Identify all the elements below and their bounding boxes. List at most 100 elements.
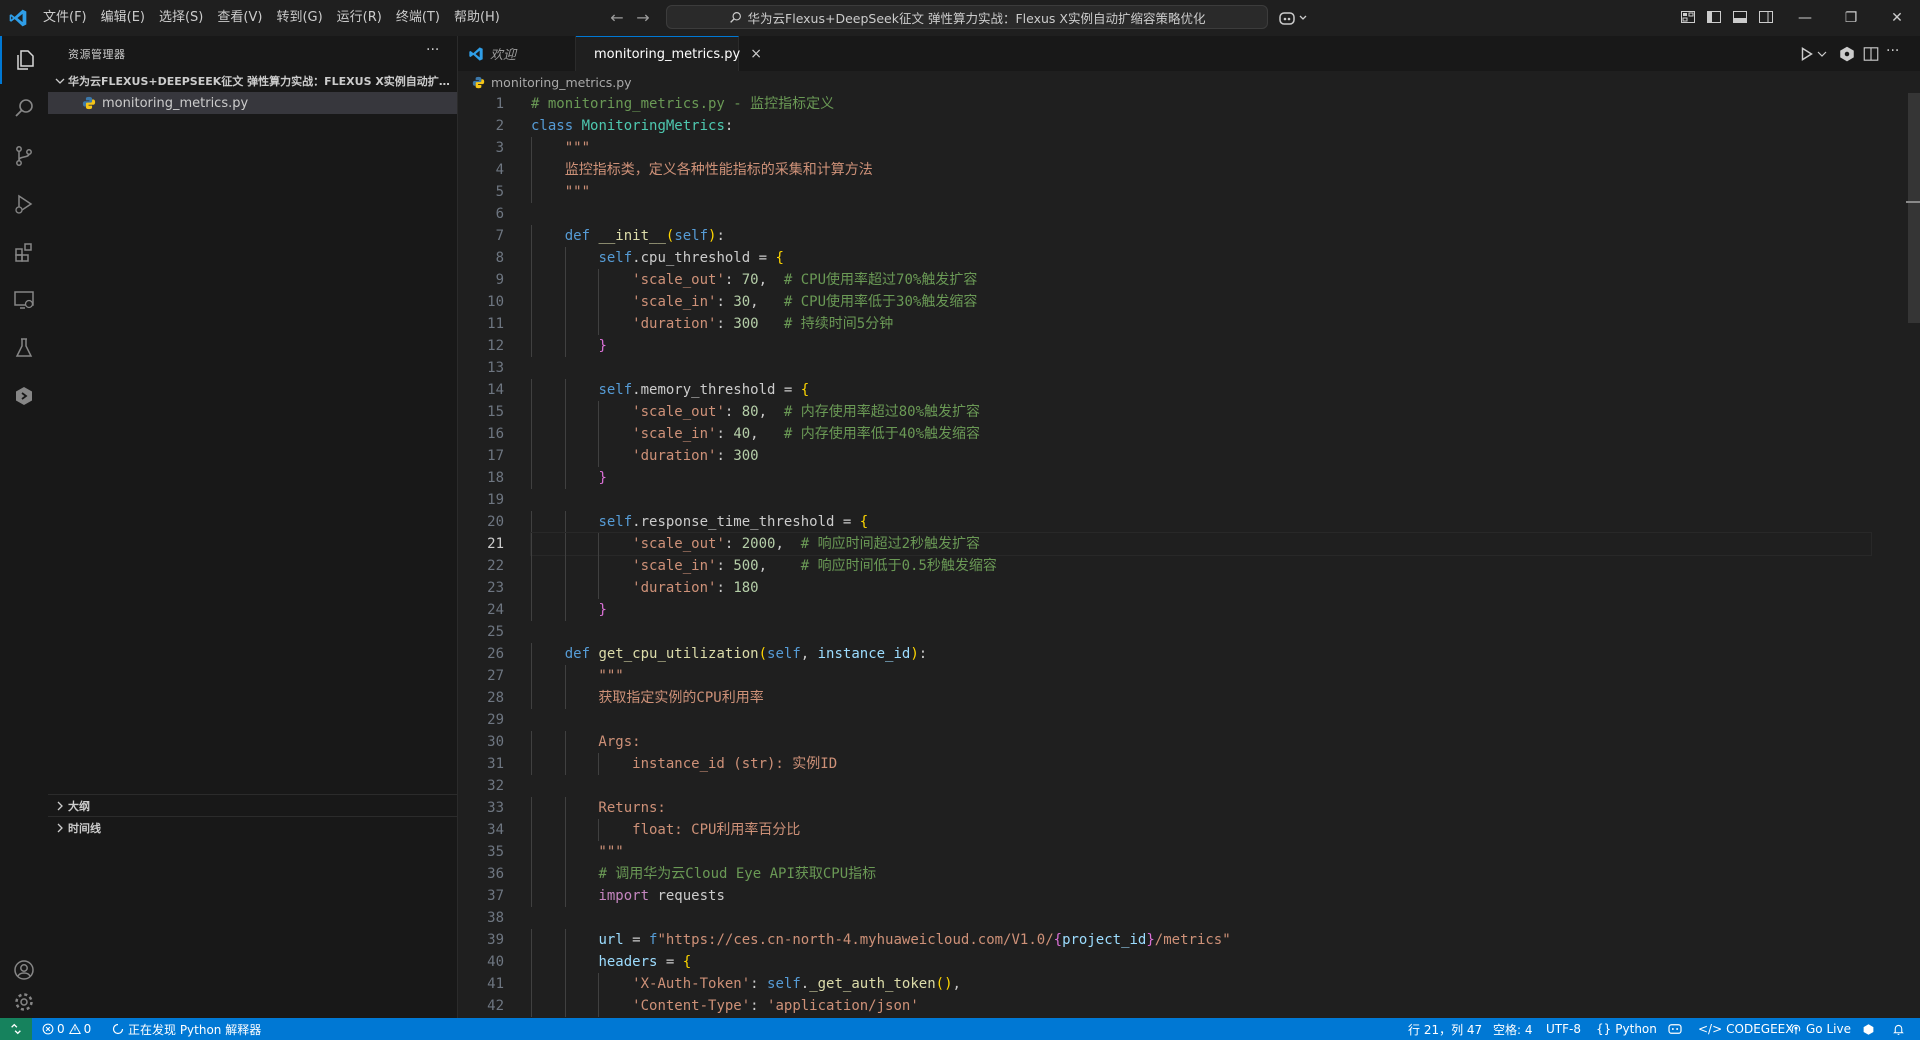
code-line[interactable]: 'scale_out': 70, # CPU使用率超过70%触发扩容: [531, 269, 1871, 291]
toggle-secondary-sidebar-icon[interactable]: [1758, 9, 1774, 25]
code-line[interactable]: [531, 489, 1871, 511]
menu-selection[interactable]: 选择(S): [152, 7, 210, 29]
code-lines[interactable]: # monitoring_metrics.py - 监控指标定义 class Mo…: [530, 93, 1872, 1017]
code-line[interactable]: 'X-Auth-Token': self._get_auth_token(),: [531, 973, 1871, 995]
breadcrumb-file[interactable]: monitoring_metrics.py: [491, 75, 632, 90]
testing-flask-icon[interactable]: [0, 324, 48, 372]
code-line[interactable]: url = f"https://ces.cn-north-4.myhuaweic…: [531, 929, 1871, 951]
toggle-panel-icon[interactable]: [1732, 9, 1748, 25]
close-window-icon[interactable]: ✕: [1874, 0, 1920, 36]
remote-indicator-icon[interactable]: [0, 1018, 32, 1040]
codegeex-action-icon[interactable]: [1838, 45, 1856, 63]
command-center-search[interactable]: 华为云Flexus+DeepSeek征文 弹性算力实战：Flexus X实例自动…: [666, 5, 1268, 29]
code-line[interactable]: # monitoring_metrics.py - 监控指标定义: [531, 93, 1871, 115]
code-line[interactable]: """: [531, 137, 1871, 159]
run-file-icon[interactable]: [1798, 45, 1816, 63]
code-line[interactable]: 'duration': 300: [531, 445, 1871, 467]
code-line[interactable]: self.response_time_threshold = {: [531, 511, 1871, 533]
outline-section-header[interactable]: 大纲: [48, 794, 457, 817]
code-line[interactable]: 'scale_in': 500, # 响应时间低于0.5秒触发缩容: [531, 555, 1871, 577]
copilot-status-icon[interactable]: [1668, 1018, 1682, 1040]
menu-view[interactable]: 查看(V): [210, 7, 269, 29]
python-discovery-status[interactable]: 正在发现 Python 解释器: [112, 1018, 261, 1040]
more-actions-icon[interactable]: ···: [426, 42, 439, 58]
code-line[interactable]: Args:: [531, 731, 1871, 753]
language-mode[interactable]: {} Python: [1596, 1018, 1657, 1040]
code-line[interactable]: 获取指定实例的CPU利用率: [531, 687, 1871, 709]
code-line[interactable]: float: CPU利用率百分比: [531, 819, 1871, 841]
code-line[interactable]: }: [531, 599, 1871, 621]
customize-layout-icon[interactable]: [1680, 9, 1696, 25]
cursor-position[interactable]: 行 21，列 47: [1408, 1018, 1482, 1040]
vscode-logo-icon[interactable]: [8, 8, 28, 28]
settings-gear-icon[interactable]: [0, 986, 48, 1018]
menu-edit[interactable]: 编辑(E): [94, 7, 152, 29]
code-line[interactable]: 'scale_in': 40, # 内存使用率低于40%触发缩容: [531, 423, 1871, 445]
menu-terminal[interactable]: 终端(T): [389, 7, 447, 29]
code-line[interactable]: 监控指标类，定义各种性能指标的采集和计算方法: [531, 159, 1871, 181]
code-line[interactable]: headers = {: [531, 951, 1871, 973]
codegeex-small-icon[interactable]: [1862, 1018, 1875, 1040]
go-live-button[interactable]: Go Live: [1790, 1018, 1851, 1040]
code-line[interactable]: }: [531, 335, 1871, 357]
restore-icon[interactable]: ❐: [1828, 0, 1874, 36]
codegeex-icon[interactable]: [0, 372, 48, 420]
code-line[interactable]: 'scale_out': 2000, # 响应时间超过2秒触发扩容: [530, 532, 1872, 556]
run-debug-icon[interactable]: [0, 180, 48, 228]
code-line[interactable]: instance_id (str): 实例ID: [531, 753, 1871, 775]
notifications-bell-icon[interactable]: [1892, 1018, 1905, 1040]
problems-indicator[interactable]: 0 0: [42, 1018, 91, 1040]
code-line[interactable]: [531, 357, 1871, 379]
copilot-icon[interactable]: [1278, 9, 1310, 27]
remote-explorer-icon[interactable]: [0, 276, 48, 324]
minimize-icon[interactable]: —: [1782, 0, 1828, 36]
code-line[interactable]: Returns:: [531, 797, 1871, 819]
code-editor[interactable]: 1 2 3 4 5 6 7 8 9 10 11 12 13 14 15 16 17 18 19 20 21 22 23 24 2…: [458, 93, 1920, 1018]
extensions-icon[interactable]: [0, 228, 48, 276]
search-icon[interactable]: [0, 84, 48, 132]
indentation[interactable]: 空格: 4: [1493, 1018, 1533, 1040]
code-line[interactable]: 'scale_out': 80, # 内存使用率超过80%触发扩容: [531, 401, 1871, 423]
menu-file[interactable]: 文件(F): [36, 7, 94, 29]
forward-arrow-icon[interactable]: →: [634, 9, 652, 27]
code-line[interactable]: self.memory_threshold = {: [531, 379, 1871, 401]
explorer-icon[interactable]: [0, 36, 48, 84]
vertical-scrollbar[interactable]: [1908, 93, 1920, 323]
source-control-icon[interactable]: [0, 132, 48, 180]
run-dropdown-chevron-icon[interactable]: [1816, 45, 1828, 63]
code-line[interactable]: def __init__(self):: [531, 225, 1871, 247]
code-line[interactable]: [531, 775, 1871, 797]
more-editor-actions-icon[interactable]: ···: [1886, 43, 1899, 59]
code-line[interactable]: self.cpu_threshold = {: [531, 247, 1871, 269]
menu-go[interactable]: 转到(G): [269, 7, 329, 29]
code-line[interactable]: """: [531, 841, 1871, 863]
code-line[interactable]: def get_cpu_utilization(self, instance_i…: [531, 643, 1871, 665]
tab-monitoring-metrics[interactable]: monitoring_metrics.py ×: [576, 36, 762, 71]
tab-welcome[interactable]: 欢迎: [458, 36, 576, 71]
code-line[interactable]: class MonitoringMetrics:: [531, 115, 1871, 137]
code-line[interactable]: 'duration': 180: [531, 577, 1871, 599]
split-editor-icon[interactable]: [1862, 45, 1880, 63]
code-line[interactable]: """: [531, 181, 1871, 203]
code-line[interactable]: # 调用华为云Cloud Eye API获取CPU指标: [531, 863, 1871, 885]
menu-run[interactable]: 运行(R): [330, 7, 389, 29]
code-line[interactable]: 'Content-Type': 'application/json': [531, 995, 1871, 1017]
code-line[interactable]: 'scale_in': 30, # CPU使用率低于30%触发缩容: [531, 291, 1871, 313]
toggle-primary-sidebar-icon[interactable]: [1706, 9, 1722, 25]
code-line[interactable]: [531, 203, 1871, 225]
codegeex-status[interactable]: </> CODEGEEX: [1698, 1018, 1794, 1040]
code-line[interactable]: [531, 907, 1871, 929]
code-line[interactable]: 'duration': 300 # 持续时间5分钟: [531, 313, 1871, 335]
workspace-folder[interactable]: 华为云FLEXUS+DEEPSEEK征文 弹性算力实战：FLEXUS X实例自动…: [48, 70, 457, 92]
code-line[interactable]: import requests: [531, 885, 1871, 907]
code-line[interactable]: }: [531, 467, 1871, 489]
close-tab-icon[interactable]: ×: [750, 46, 762, 62]
back-arrow-icon[interactable]: ←: [608, 9, 626, 27]
encoding[interactable]: UTF-8: [1546, 1018, 1581, 1040]
timeline-section-header[interactable]: 时间线: [48, 816, 457, 839]
code-line[interactable]: [531, 709, 1871, 731]
menu-help[interactable]: 帮助(H): [447, 7, 507, 29]
file-item-monitoring-metrics[interactable]: monitoring_metrics.py: [48, 92, 457, 114]
code-line[interactable]: [531, 621, 1871, 643]
code-line[interactable]: """: [531, 665, 1871, 687]
